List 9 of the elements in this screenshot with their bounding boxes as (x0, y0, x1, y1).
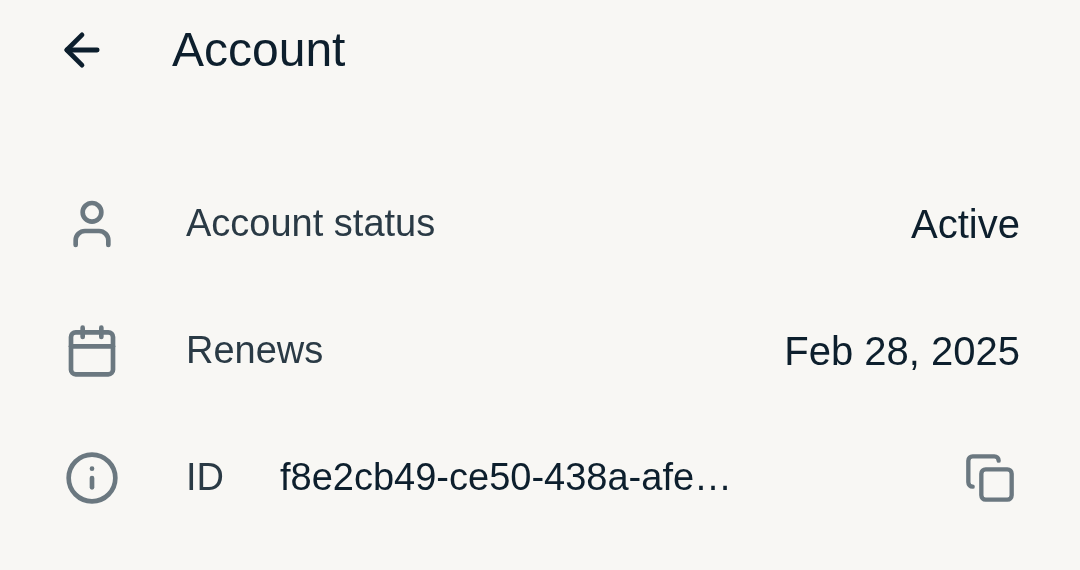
copy-icon (964, 451, 1016, 504)
page-title: Account (172, 26, 346, 74)
row-value: Feb 28, 2025 (784, 327, 1020, 375)
row-label: Renews (186, 328, 324, 373)
info-icon (64, 449, 120, 506)
row-label: Account status (186, 201, 436, 246)
row-value: Active (911, 200, 1020, 248)
row-value: f8e2cb49-ce50-438a-afe… (280, 455, 733, 500)
row-label: ID (186, 455, 224, 500)
